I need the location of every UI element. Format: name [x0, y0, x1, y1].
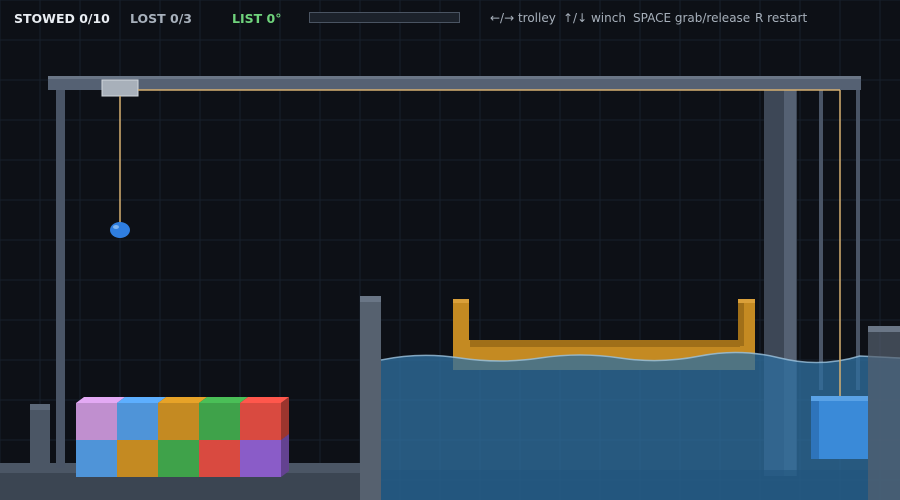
yard-container-front: [117, 403, 158, 440]
yard-container-front: [240, 440, 281, 477]
dock-bollard: [30, 408, 50, 468]
right-pier: [868, 328, 900, 500]
hint-restart: R restart: [755, 11, 808, 25]
yard-container-front: [117, 440, 158, 477]
crane-trolley[interactable]: [101, 79, 139, 97]
yard-container-front: [158, 440, 199, 477]
game-scene[interactable]: [0, 0, 900, 500]
yard-container-top: [117, 397, 166, 403]
yard-container-front: [76, 403, 117, 440]
crane-hook[interactable]: [110, 222, 130, 238]
ship-hull-shadow: [470, 340, 740, 347]
ship-bow-left-top: [453, 299, 469, 303]
crane-hook-highlight: [113, 225, 119, 229]
dock-bollard-top: [30, 404, 50, 410]
yard-container-front: [199, 440, 240, 477]
crane-beam-top: [48, 76, 861, 79]
crane-left-leg: [56, 88, 65, 468]
yard-container-top: [76, 397, 125, 403]
water-deep: [381, 470, 900, 500]
yard-container-side: [281, 397, 289, 440]
yard-container-top: [240, 397, 289, 403]
list-meter: [309, 12, 460, 23]
crane-beam: [48, 78, 861, 90]
ship-stern-right-shade: [738, 300, 744, 346]
yard-container-top: [199, 397, 248, 403]
yard-container[interactable]: [240, 397, 289, 440]
yard-container-front: [199, 403, 240, 440]
ship-stern-right-top: [738, 299, 755, 303]
lost-counter: LOST 0/3: [130, 11, 192, 26]
container-yard: [76, 397, 289, 477]
hint-grab-release: SPACE grab/release: [633, 11, 751, 25]
yard-container-top: [158, 397, 207, 403]
sea-wall: [360, 298, 381, 500]
sea-wall-top: [360, 296, 381, 302]
hud: STOWED 0/10 LOST 0/3 LIST 0° ←/→ trolley…: [0, 0, 900, 36]
hint-trolley: ←/→ trolley: [490, 11, 556, 25]
hint-winch: ↑/↓ winch: [563, 11, 626, 25]
crane-tower-thin: [819, 90, 823, 390]
right-pier-top: [868, 326, 900, 332]
yard-container-front: [240, 403, 281, 440]
yard-container-front: [76, 440, 117, 477]
crane-tower-thin-2: [856, 90, 860, 390]
yard-container-side: [281, 434, 289, 477]
yard-container-front: [158, 403, 199, 440]
held-container[interactable]: [811, 396, 868, 459]
ship-bow-left: [453, 300, 469, 346]
yard-container[interactable]: [240, 434, 289, 477]
list-indicator: LIST 0°: [232, 11, 282, 26]
stowed-counter: STOWED 0/10: [14, 11, 110, 26]
